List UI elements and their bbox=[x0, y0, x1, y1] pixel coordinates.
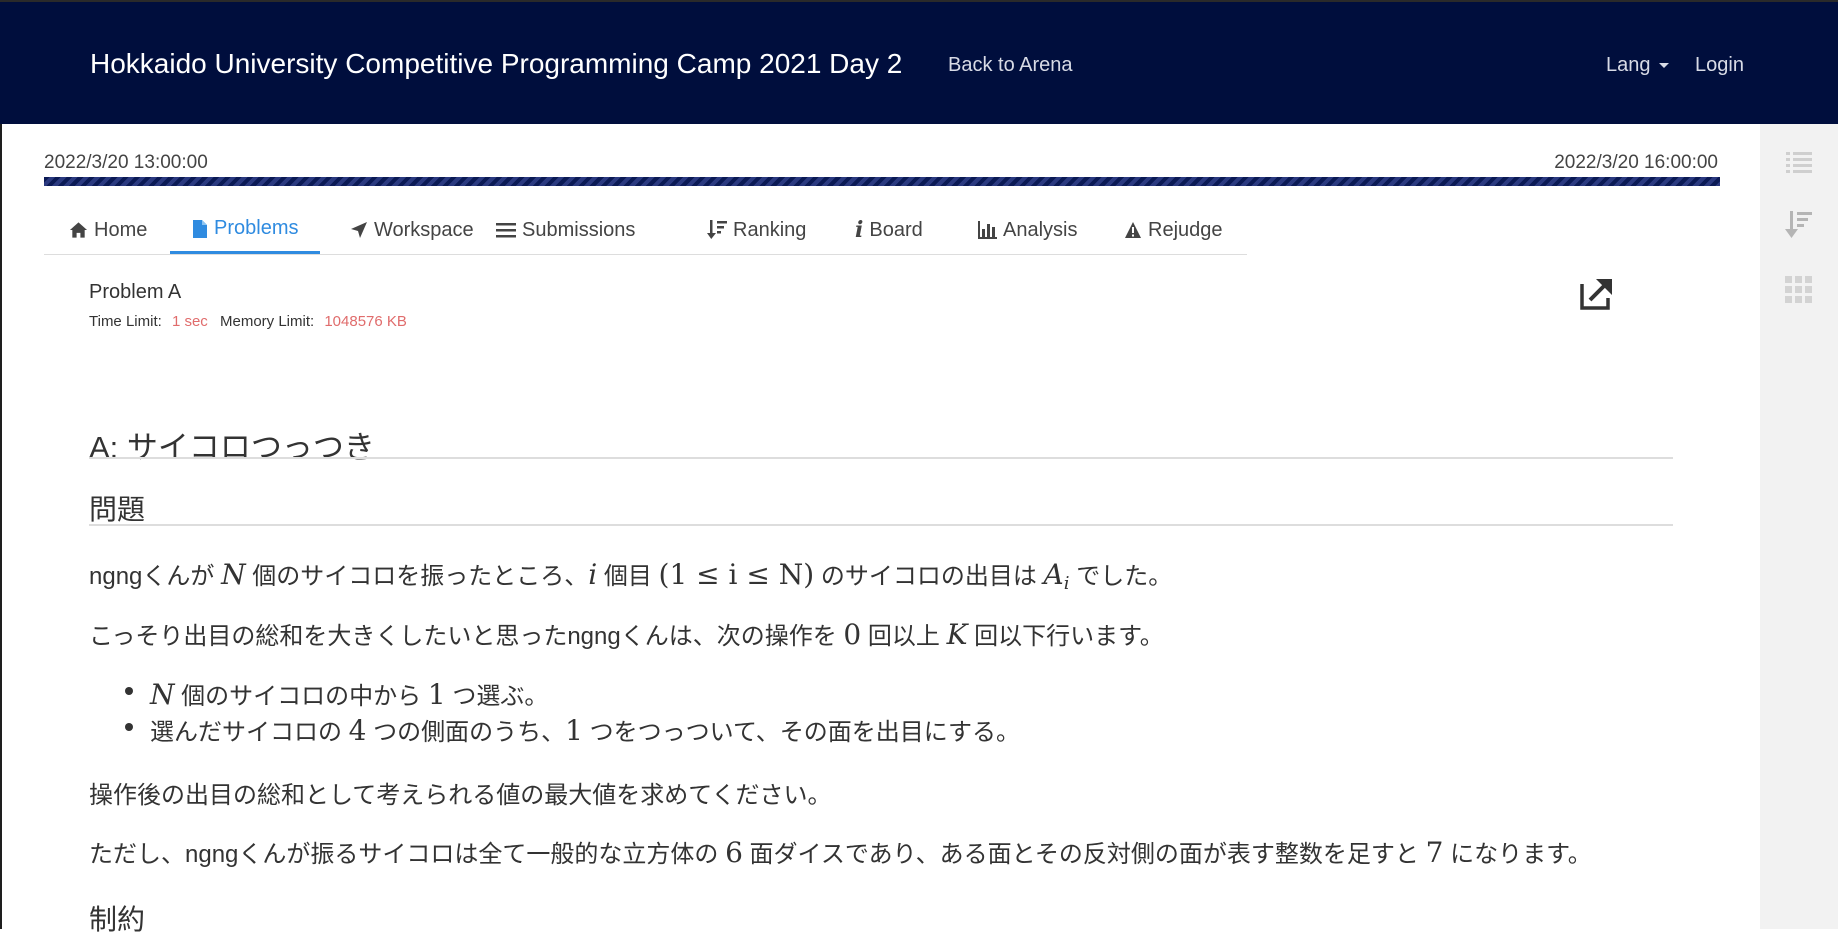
text: こっそり出目の総和を大きくしたいと思ったngngくんは、次の操作を bbox=[89, 623, 844, 650]
time-limit-label: Time Limit: bbox=[89, 313, 162, 330]
bar-chart-icon bbox=[978, 221, 997, 239]
math-i: i bbox=[588, 558, 598, 591]
math-one: 1 bbox=[565, 714, 583, 747]
tab-label: Submissions bbox=[522, 218, 636, 241]
problem-title: A: サイコロつっつき bbox=[89, 430, 375, 465]
math-seven: 7 bbox=[1425, 836, 1444, 869]
tab-workspace[interactable]: Workspace bbox=[350, 206, 474, 254]
text: 個のサイコロを振ったところ、 bbox=[245, 563, 589, 590]
send-icon bbox=[351, 222, 367, 238]
tab-label: Workspace bbox=[374, 218, 474, 241]
sort-icon bbox=[707, 220, 727, 239]
contest-progress-bar bbox=[44, 177, 1720, 186]
tab-label: Home bbox=[94, 218, 148, 241]
time-limit-value: 1 sec bbox=[171, 313, 208, 330]
text: ngngくんが bbox=[89, 563, 222, 590]
contest-end-time: 2022/3/20 16:00:00 bbox=[1554, 152, 1718, 173]
tab-analysis[interactable]: Analysis bbox=[978, 206, 1077, 254]
math-condition: (1 ≤ i ≤ N) bbox=[658, 558, 815, 591]
text: 回以下行います。 bbox=[967, 623, 1164, 650]
text: のサイコロの出目は bbox=[814, 563, 1044, 590]
tab-rejudge[interactable]: Rejudge bbox=[1124, 206, 1223, 254]
text: つをつっついて、その面を出目にする。 bbox=[583, 719, 1020, 746]
chevron-down-icon bbox=[1658, 63, 1669, 69]
memory-limit-value: 1048576 KB bbox=[324, 313, 407, 330]
memory-limit-label: Memory Limit: bbox=[219, 313, 315, 330]
left-border bbox=[0, 124, 2, 929]
statement-paragraph-2: こっそり出目の総和を大きくしたいと思ったngngくんは、次の操作を 0 回以上 … bbox=[89, 616, 1164, 651]
external-link-icon[interactable] bbox=[1580, 276, 1614, 310]
statement-paragraph-4: ただし、ngngくんが振るサイコロは全て一般的な立方体の 6 面ダイスであり、あ… bbox=[89, 834, 1592, 869]
list-item: 選んだサイコロの 4 つの側面のうち、1 つをつっついて、その面を出目にする。 bbox=[123, 712, 1020, 747]
problem-name: Problem A bbox=[89, 281, 182, 303]
tab-label: Rejudge bbox=[1148, 218, 1223, 241]
warning-icon bbox=[1125, 222, 1141, 238]
top-navbar: Hokkaido University Competitive Programm… bbox=[0, 0, 1838, 124]
section-heading-problem: 問題 bbox=[89, 494, 146, 525]
text: つの側面のうち、 bbox=[366, 719, 566, 746]
text: になります。 bbox=[1443, 841, 1592, 868]
math-N: N bbox=[150, 678, 175, 711]
title-divider bbox=[89, 457, 1673, 459]
tab-problems[interactable]: Problems bbox=[170, 206, 321, 254]
math-zero: 0 bbox=[843, 618, 862, 651]
tab-submissions[interactable]: Submissions bbox=[496, 206, 635, 254]
right-sidebar bbox=[1760, 124, 1838, 929]
tab-ranking[interactable]: Ranking bbox=[707, 206, 806, 254]
back-to-arena-link[interactable]: Back to Arena bbox=[948, 54, 1073, 77]
text: 面ダイスであり、ある面とその反対側の面が表す整数を足すと bbox=[742, 841, 1426, 868]
lang-dropdown[interactable]: Lang bbox=[1606, 54, 1669, 77]
statement-paragraph-3: 操作後の出目の総和として考えられる値の最大値を求めてください。 bbox=[89, 782, 832, 809]
math-K: K bbox=[946, 618, 968, 651]
list-icon bbox=[496, 222, 516, 237]
list-icon[interactable] bbox=[1784, 148, 1814, 178]
login-link[interactable]: Login bbox=[1695, 54, 1744, 77]
tab-board[interactable]: i Board bbox=[855, 206, 923, 254]
info-icon: i bbox=[855, 217, 864, 243]
text: でした。 bbox=[1069, 563, 1173, 590]
text: 選んだサイコロの bbox=[150, 719, 349, 746]
file-icon bbox=[193, 219, 207, 238]
math-four: 4 bbox=[348, 714, 367, 747]
grid-icon[interactable] bbox=[1784, 275, 1814, 305]
tab-label: Ranking bbox=[733, 218, 807, 241]
statement-paragraph-1: ngngくんが N 個のサイコロを振ったところ、i 個目 (1 ≤ i ≤ N)… bbox=[89, 556, 1172, 594]
sort-down-icon[interactable] bbox=[1784, 210, 1814, 240]
text: ただし、ngngくんが振るサイコロは全て一般的な立方体の bbox=[89, 841, 726, 868]
contest-tabs: Home Problems Workspace Submissions Rank… bbox=[44, 206, 1247, 255]
section-divider bbox=[89, 524, 1673, 526]
bullet bbox=[125, 687, 133, 695]
tab-label: Analysis bbox=[1003, 218, 1078, 241]
math-one: 1 bbox=[427, 678, 446, 711]
text: 個目 bbox=[597, 563, 659, 590]
math-A: A bbox=[1043, 558, 1064, 591]
tab-label: Board bbox=[869, 218, 923, 241]
text: つ選ぶ。 bbox=[445, 683, 549, 710]
tab-home[interactable]: Home bbox=[69, 206, 147, 254]
home-icon bbox=[69, 222, 88, 238]
problem-limits: Time Limit: 1 sec Memory Limit: 1048576 … bbox=[89, 313, 407, 330]
tab-label: Problems bbox=[214, 217, 299, 239]
lang-label: Lang bbox=[1606, 54, 1651, 76]
section-heading-constraints: 制約 bbox=[89, 904, 146, 935]
contest-title[interactable]: Hokkaido University Competitive Programm… bbox=[90, 48, 902, 80]
bullet bbox=[125, 723, 133, 731]
math-six: 6 bbox=[725, 836, 743, 869]
text: 個のサイコロの中から bbox=[174, 683, 428, 710]
list-item: N 個のサイコロの中から 1 つ選ぶ。 bbox=[123, 676, 548, 711]
math-N: N bbox=[221, 558, 246, 591]
contest-start-time: 2022/3/20 13:00:00 bbox=[44, 152, 208, 173]
text: 回以上 bbox=[861, 623, 947, 650]
